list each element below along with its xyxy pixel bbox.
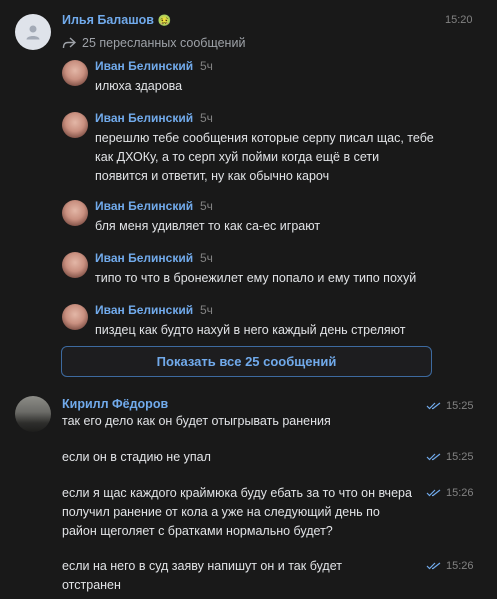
message-text: так его дело как он будет отыгрывать ран… (62, 414, 331, 428)
message-ilya: Илья Балашов 🤢 15:20 25 пересланных сооб… (0, 0, 497, 385)
message-meta: 15:25 (426, 400, 474, 412)
forwarded-label: 25 пересланных сообщений (82, 36, 246, 50)
avatar[interactable] (15, 14, 51, 50)
message-time[interactable]: 15:20 (445, 14, 473, 26)
double-check-icon (426, 402, 441, 410)
double-check-icon (426, 453, 441, 461)
message-time: 5ч (200, 111, 213, 125)
double-check-icon (426, 562, 441, 570)
message-text: если на него в суд заяву напишут он и та… (62, 559, 342, 592)
author-name[interactable]: Иван Белинский (95, 199, 193, 213)
message-kirill: Кирилл Фёдоров 15:25 так его дело как он… (0, 385, 497, 599)
message-meta: 15:26 (426, 560, 474, 572)
message-time[interactable]: 15:25 (446, 400, 474, 412)
message-text: если он в стадию не упал (62, 450, 211, 464)
message-time: 5ч (200, 251, 213, 265)
message-time: 5ч (200, 303, 213, 317)
message-meta: 15:26 (426, 487, 474, 499)
message-text: илюха здарова (95, 79, 183, 93)
author-name[interactable]: Иван Белинский (95, 111, 193, 125)
double-check-icon (426, 489, 441, 497)
author-name[interactable]: Илья Балашов 🤢 (62, 13, 171, 27)
message-time: 5ч (200, 59, 213, 73)
message-text: пиздец как будто нахуй в него каждый ден… (95, 323, 406, 337)
author-name[interactable]: Кирилл Фёдоров (62, 397, 168, 411)
message-text: бля меня удивляет то как са-ес играют (95, 219, 321, 233)
message-time[interactable]: 15:26 (446, 560, 474, 572)
show-all-forwarded-button[interactable]: Показать все 25 сообщений (61, 346, 432, 377)
avatar[interactable] (62, 304, 88, 330)
default-user-icon (26, 25, 40, 40)
avatar[interactable] (62, 112, 88, 138)
chat-history: Илья Балашов 🤢 15:20 25 пересланных сооб… (0, 0, 497, 599)
avatar[interactable] (62, 252, 88, 278)
author-name[interactable]: Иван Белинский (95, 59, 193, 73)
message-time[interactable]: 15:25 (446, 451, 474, 463)
message-meta: 15:25 (426, 451, 474, 463)
avatar[interactable] (62, 60, 88, 86)
message-time[interactable]: 15:26 (446, 487, 474, 499)
avatar[interactable] (15, 396, 51, 432)
message-text: если я щас каждого краймюка буду ебать з… (62, 486, 412, 538)
message-text: типо то что в бронежилет ему попало и ем… (95, 271, 417, 285)
message-text: перешлю тебе сообщения которые серпу пис… (95, 131, 434, 183)
author-name[interactable]: Иван Белинский (95, 303, 193, 317)
emoji-icon: 🤢 (157, 15, 172, 27)
author-name[interactable]: Иван Белинский (95, 251, 193, 265)
forward-arrow-icon (62, 37, 76, 49)
avatar[interactable] (62, 200, 88, 226)
forwarded-header: 25 пересланных сообщений (62, 36, 245, 50)
message-time: 5ч (200, 199, 213, 213)
